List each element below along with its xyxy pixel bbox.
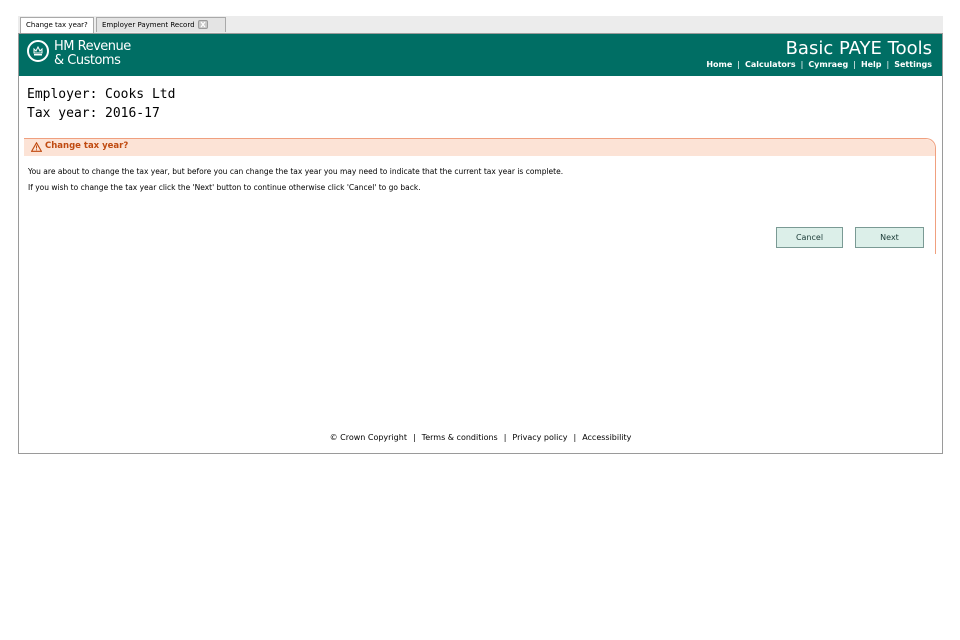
copyright-text: © Crown Copyright: [329, 433, 407, 442]
employer-row: Employer: Cooks Ltd: [27, 87, 175, 102]
panel-title: Change tax year?: [45, 141, 129, 151]
close-icon[interactable]: [197, 19, 208, 29]
tab-strip: Change tax year? Employer Payment Record: [18, 16, 943, 33]
accessibility-link[interactable]: Accessibility: [582, 433, 631, 442]
header: HM Revenue & Customs Basic PAYE Tools Ho…: [19, 34, 942, 76]
nav-cymraeg[interactable]: Cymraeg: [808, 60, 848, 69]
next-button[interactable]: Next: [855, 227, 924, 248]
org-name-line1: HM Revenue: [54, 39, 131, 54]
footer-separator: |: [412, 433, 416, 442]
app-window: HM Revenue & Customs Basic PAYE Tools Ho…: [18, 33, 943, 454]
footer: © Crown Copyright | Terms & conditions | Pri…: [19, 433, 942, 442]
employer-label: Employer:: [27, 87, 98, 102]
employer-value: Cooks Ltd: [105, 87, 176, 102]
tax-year-row: Tax year: 2016-17: [27, 106, 160, 121]
nav-home[interactable]: Home: [706, 60, 732, 69]
cancel-button[interactable]: Cancel: [776, 227, 843, 248]
tab-label: Employer Payment Record: [102, 21, 195, 29]
tab-change-tax-year[interactable]: Change tax year?: [20, 17, 94, 33]
tax-year-value: 2016-17: [105, 106, 160, 121]
panel-message-2: If you wish to change the tax year click…: [28, 183, 421, 192]
nav-separator: |: [737, 60, 740, 69]
nav-separator: |: [886, 60, 890, 69]
footer-separator: |: [503, 433, 507, 442]
privacy-link[interactable]: Privacy policy: [512, 433, 567, 442]
nav-settings[interactable]: Settings: [894, 60, 932, 69]
tax-year-label: Tax year:: [27, 106, 98, 121]
panel-message-1: You are about to change the tax year, bu…: [28, 167, 564, 176]
top-nav: Home | Calculators | Cymraeg | Help | Settings: [706, 60, 932, 69]
nav-separator: |: [853, 60, 856, 69]
nav-calculators[interactable]: Calculators: [745, 60, 796, 69]
tab-employer-payment-record[interactable]: Employer Payment Record: [96, 17, 226, 32]
crown-crest-icon: [27, 40, 49, 62]
nav-separator: |: [800, 60, 804, 69]
app-title: Basic PAYE Tools: [785, 38, 932, 59]
terms-link[interactable]: Terms & conditions: [422, 433, 498, 442]
footer-separator: |: [573, 433, 577, 442]
warning-icon: [31, 142, 42, 152]
panel-header: Change tax year?: [24, 139, 935, 156]
nav-help[interactable]: Help: [861, 60, 882, 69]
org-name-line2: & Customs: [54, 53, 121, 68]
